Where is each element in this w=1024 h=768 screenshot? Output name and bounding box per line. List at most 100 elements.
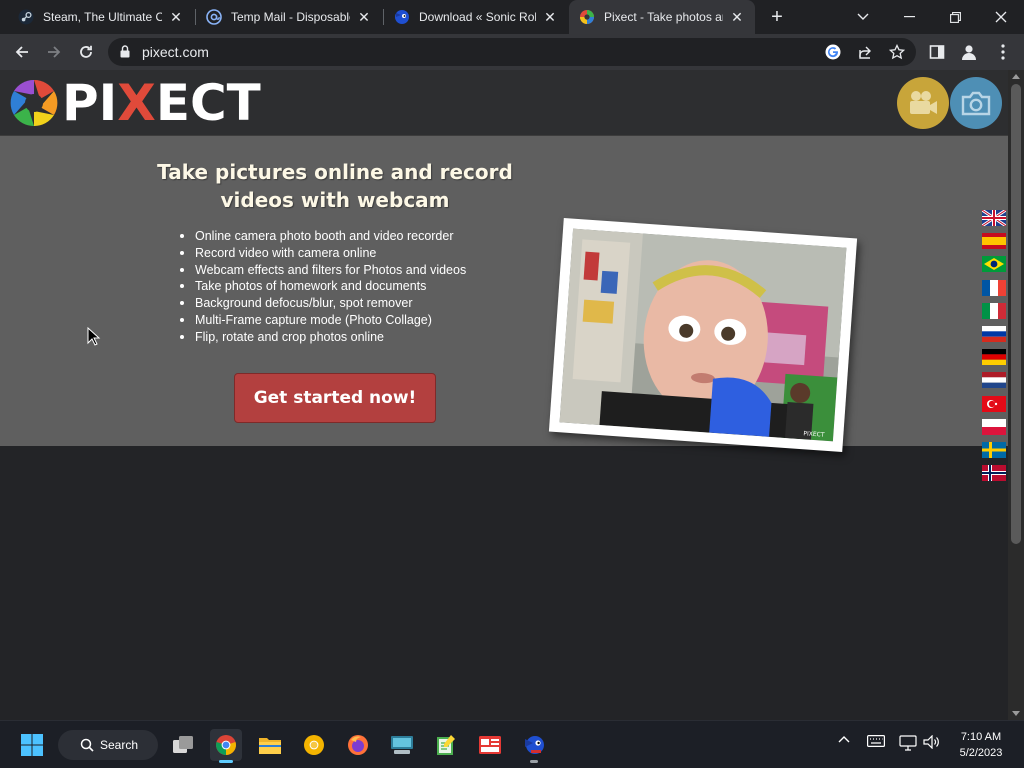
reload-button[interactable] [74, 40, 98, 64]
taskbar-news-app[interactable] [474, 729, 506, 761]
clock-time: 7:10 AM [960, 731, 1002, 743]
google-icon[interactable] [824, 43, 842, 61]
video-camera-icon [910, 91, 937, 114]
taskbar-chrome-canary[interactable] [298, 729, 330, 761]
france-flag-icon[interactable] [982, 279, 1006, 296]
arrow-right-icon [48, 46, 61, 58]
firefox-icon [348, 735, 368, 755]
show-hidden-icons-button[interactable] [836, 735, 852, 743]
close-tab-icon[interactable]: ✕ [356, 9, 372, 26]
norway-flag-icon[interactable] [982, 465, 1006, 482]
share-icon[interactable] [856, 43, 874, 61]
monitor-keyboard-icon [391, 736, 413, 754]
address-bar[interactable]: pixect.com [108, 38, 916, 66]
list-item: Multi-Frame capture mode (Photo Collage) [178, 312, 466, 329]
video-mode-button[interactable] [897, 77, 949, 129]
uk-flag-icon[interactable] [982, 210, 1006, 226]
taskbar-search[interactable]: Search [58, 730, 158, 760]
tab-search-icon[interactable] [840, 0, 886, 34]
running-indicator [219, 760, 233, 763]
menu-kebab-icon[interactable] [992, 41, 1014, 63]
webcam-effect-photo: PIXECT [559, 228, 847, 442]
reload-icon [80, 45, 92, 58]
russia-flag-icon[interactable] [982, 325, 1006, 342]
search-label: Search [100, 738, 139, 752]
language-selector [982, 210, 1008, 488]
close-tab-icon[interactable]: ✕ [542, 9, 558, 26]
scroll-thumb[interactable] [1011, 84, 1021, 544]
list-item: Flip, rotate and crop photos online [178, 329, 466, 346]
news-icon [479, 736, 501, 754]
close-window-button[interactable] [978, 0, 1024, 34]
system-clock[interactable]: 7:10 AM 5/2/2023 [950, 729, 1012, 761]
back-button[interactable] [10, 40, 34, 64]
tab-title: Download « Sonic Rob [419, 10, 536, 24]
taskbar-firefox[interactable] [342, 729, 374, 761]
forward-button[interactable] [42, 40, 66, 64]
close-tab-icon[interactable]: ✕ [729, 9, 745, 26]
spain-flag-icon[interactable] [982, 233, 1006, 250]
profile-icon[interactable] [958, 41, 980, 63]
taskbar-notepad[interactable] [430, 729, 462, 761]
photo-mode-button[interactable] [950, 77, 1002, 129]
tab-title: Pixect - Take photos an [604, 10, 723, 24]
turkey-flag-icon[interactable] [982, 395, 1006, 412]
windows-taskbar: Search 7:10 AM 5/2/2023 [0, 720, 1024, 768]
feature-list: Online camera photo booth and video reco… [178, 228, 466, 346]
tab-title: Temp Mail - Disposable [231, 10, 350, 24]
sonic-game-icon [525, 736, 544, 754]
close-tab-icon[interactable]: ✕ [168, 9, 184, 26]
page-scrollbar[interactable] [1008, 70, 1024, 720]
url-text[interactable]: pixect.com [142, 44, 209, 60]
list-item: Background defocus/blur, spot remover [178, 295, 466, 312]
chrome-icon [216, 735, 236, 755]
running-indicator [530, 760, 538, 763]
side-panel-icon[interactable] [926, 41, 948, 63]
network-tray-icon[interactable] [898, 735, 918, 751]
new-tab-button[interactable]: + [766, 6, 788, 28]
windows-logo-icon [21, 734, 43, 756]
poland-flag-icon[interactable] [982, 418, 1006, 435]
list-item: Record video with camera online [178, 245, 466, 262]
search-icon [80, 738, 94, 752]
arrow-left-icon [15, 46, 28, 58]
lock-icon[interactable] [120, 45, 130, 58]
bookmark-star-icon[interactable] [888, 43, 906, 61]
page-viewport: PIXECT Take pictures online and record v… [0, 70, 1008, 720]
restore-button[interactable] [932, 0, 978, 34]
sample-photo: PIXECT [559, 228, 847, 442]
tab-sonic[interactable]: Download « Sonic Rob ✕ [384, 0, 568, 34]
taskbar-remote-app[interactable] [386, 729, 418, 761]
scroll-up-icon[interactable] [1012, 74, 1020, 79]
chevron-up-icon [838, 736, 850, 743]
keyboard-tray-icon[interactable] [866, 735, 886, 747]
scroll-down-icon[interactable] [1012, 711, 1020, 716]
sweden-flag-icon[interactable] [982, 441, 1006, 458]
taskbar-chrome[interactable] [210, 729, 242, 763]
taskbar-sonic-game[interactable] [518, 729, 550, 763]
taskbar-file-explorer[interactable] [254, 729, 286, 761]
tab-steam[interactable]: Steam, The Ultimate Or ✕ [8, 0, 194, 34]
germany-flag-icon[interactable] [982, 349, 1006, 366]
task-view-button[interactable] [167, 729, 199, 761]
browser-toolbar: pixect.com [0, 34, 1024, 70]
mouse-cursor-icon [87, 327, 101, 346]
get-started-button[interactable]: Get started now! [234, 373, 436, 423]
italy-flag-icon[interactable] [982, 302, 1006, 319]
brazil-flag-icon[interactable] [982, 256, 1006, 273]
tab-strip: Steam, The Ultimate Or ✕ Temp Mail - Dis… [0, 0, 1024, 34]
start-button[interactable] [16, 729, 48, 761]
list-item: Take photos of homework and documents [178, 278, 466, 295]
netherlands-flag-icon[interactable] [982, 372, 1006, 389]
site-logo[interactable]: PIXECT [10, 74, 261, 132]
sonic-icon [395, 10, 409, 24]
volume-tray-icon[interactable] [922, 735, 942, 749]
tab-pixect[interactable]: Pixect - Take photos an ✕ [569, 0, 755, 34]
minimize-button[interactable] [886, 0, 932, 34]
site-header: PIXECT [0, 70, 1008, 136]
tab-temp-mail[interactable]: Temp Mail - Disposable ✕ [196, 0, 382, 34]
photo-watermark: PIXECT [803, 430, 825, 438]
camera-icon [961, 91, 991, 116]
pixect-icon [580, 10, 594, 24]
aperture-logo-icon [10, 79, 58, 127]
